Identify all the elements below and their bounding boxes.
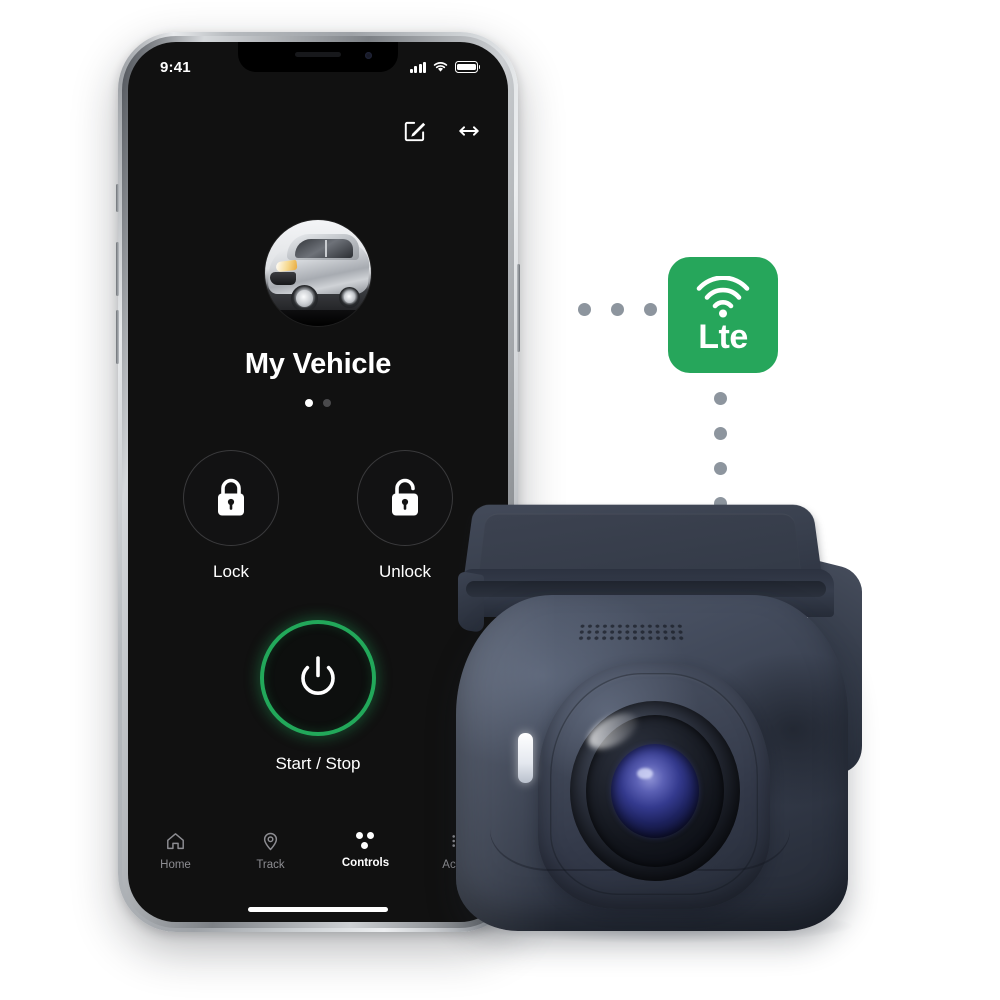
dashcam-speaker-grille — [576, 623, 688, 642]
page-dot-active[interactable] — [305, 399, 313, 407]
phone-power-button[interactable] — [517, 264, 520, 352]
power-icon — [301, 656, 335, 696]
scene-root: 9:41 My Vehicle Lock Unlock Start / Stop… — [0, 0, 1000, 1000]
dashcam-camera-lens — [570, 701, 740, 881]
front-camera-icon — [365, 52, 372, 59]
start-stop-button[interactable] — [260, 620, 376, 736]
earpiece-speaker — [295, 52, 341, 57]
connection-dots-horizontal — [578, 303, 657, 316]
edit-compose-icon[interactable] — [402, 118, 428, 144]
padlock-closed-icon — [218, 478, 244, 516]
status-icon-group — [410, 61, 478, 73]
tab-controls-label: Controls — [341, 857, 390, 869]
app-header-actions — [402, 118, 482, 144]
lock-button[interactable]: Lock — [180, 450, 282, 582]
lens-glass-element — [611, 744, 699, 838]
lock-button-label: Lock — [213, 562, 249, 581]
tab-controls[interactable]: Controls — [318, 826, 413, 888]
vehicle-summary: My Vehicle — [128, 220, 508, 407]
phone-volume-up-button[interactable] — [116, 242, 119, 296]
vehicle-name: My Vehicle — [244, 348, 392, 380]
phone-notch — [238, 42, 398, 72]
controls-dots-icon — [355, 830, 377, 850]
horizontal-resize-arrow-icon[interactable] — [456, 118, 482, 144]
tab-track-label: Track — [256, 859, 285, 871]
padlock-open-icon — [392, 478, 418, 516]
lock-button-ring — [183, 450, 279, 546]
dashcam-device — [432, 495, 884, 945]
wifi-signal-icon — [696, 276, 750, 318]
wifi-icon — [433, 62, 448, 72]
status-time: 9:41 — [160, 58, 191, 76]
lte-connectivity-badge: Lte — [668, 257, 778, 373]
map-pin-icon — [263, 832, 278, 851]
page-dot[interactable] — [323, 399, 331, 407]
connection-dot — [644, 303, 657, 316]
dashcam-status-led — [518, 733, 533, 783]
connection-dot — [714, 392, 727, 405]
connection-dot — [714, 427, 727, 440]
lte-badge-label: Lte — [698, 318, 748, 356]
home-indicator[interactable] — [248, 907, 388, 912]
vehicle-photo-avatar[interactable] — [265, 220, 371, 326]
battery-icon — [455, 61, 478, 73]
phone-silence-switch[interactable] — [116, 184, 119, 212]
connection-dot — [578, 303, 591, 316]
home-icon — [167, 833, 184, 850]
connection-dot — [611, 303, 624, 316]
connection-dots-vertical — [714, 392, 727, 510]
phone-volume-down-button[interactable] — [116, 310, 119, 364]
page-indicator[interactable] — [128, 399, 508, 407]
signal-bars-icon — [410, 61, 426, 73]
tab-home[interactable]: Home — [128, 826, 223, 888]
tab-home-label: Home — [160, 859, 191, 871]
tab-track[interactable]: Track — [223, 826, 318, 888]
connection-dot — [714, 462, 727, 475]
